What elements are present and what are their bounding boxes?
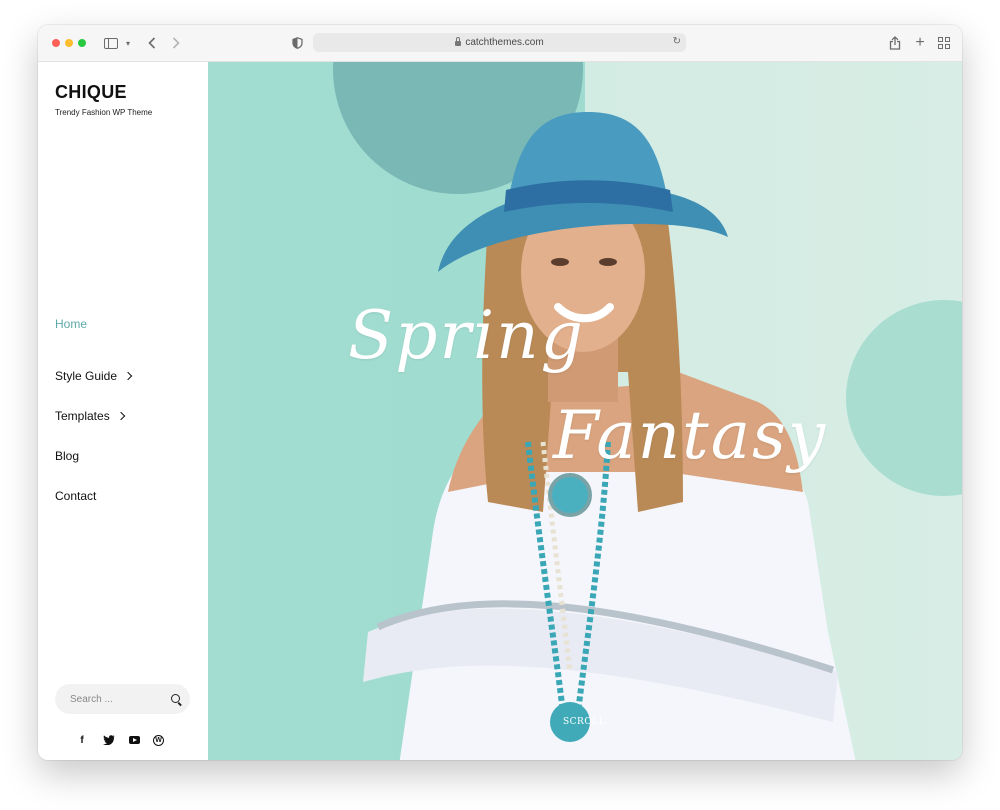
wordpress-icon[interactable]: W [153, 734, 164, 746]
twitter-icon[interactable] [102, 733, 116, 747]
nav-item-label: Blog [55, 449, 80, 463]
nav-item-home[interactable]: Home [55, 316, 131, 332]
tab-overview-icon[interactable] [937, 35, 951, 51]
youtube-icon[interactable] [129, 736, 140, 744]
social-links: f W [75, 733, 164, 747]
chevron-right-icon[interactable] [116, 411, 125, 421]
minimize-window-button[interactable] [65, 39, 73, 47]
facebook-icon[interactable]: f [75, 733, 89, 747]
share-icon[interactable] [888, 35, 902, 51]
nav-item-label: Style Guide [55, 369, 118, 383]
hero-banner: Spring Fantasy SCROLL [208, 62, 962, 760]
site-tagline: Trendy Fashion WP Theme [55, 108, 153, 117]
nav-item-blog[interactable]: Blog [55, 436, 131, 476]
site-title[interactable]: CHIQUE [55, 82, 127, 103]
shield-icon[interactable] [291, 35, 303, 51]
url-text: catchthemes.com [465, 37, 544, 48]
decorative-circle [846, 300, 962, 496]
address-bar[interactable]: catchthemes.com ↻ [313, 33, 686, 52]
hero-title-line2: Fantasy [553, 397, 828, 474]
forward-arrow-icon[interactable] [170, 35, 182, 51]
scroll-button[interactable]: SCROLL [563, 717, 605, 727]
nav-item-label: Contact [55, 489, 97, 503]
browser-toolbar: ▾ catchthemes.com ↻ + [38, 25, 962, 62]
sidebar-toggle-icon[interactable] [104, 35, 118, 51]
chevron-right-icon[interactable] [123, 371, 133, 381]
nav-item-templates[interactable]: Templates [55, 396, 131, 436]
zoom-window-button[interactable] [78, 39, 86, 47]
close-window-button[interactable] [52, 39, 60, 47]
site-sidebar: CHIQUE Trendy Fashion WP Theme Home Styl… [38, 62, 208, 760]
search-input[interactable] [55, 684, 160, 714]
lock-icon [455, 37, 462, 46]
hero-title-line1: Spring [348, 297, 585, 374]
plus-icon[interactable]: + [913, 35, 927, 51]
search-box [55, 684, 190, 714]
nav-item-label: Templates [55, 409, 110, 423]
reload-icon[interactable]: ↻ [673, 36, 681, 47]
main-navigation: Home Style Guide Templates Blog Contact [55, 316, 133, 516]
nav-item-style-guide[interactable]: Style Guide [55, 356, 133, 396]
browser-window: ▾ catchthemes.com ↻ + CHIQUE Trendy Fash… [38, 25, 962, 760]
chevron-down-icon[interactable]: ▾ [124, 35, 132, 51]
back-arrow-icon[interactable] [146, 35, 158, 51]
nav-item-contact[interactable]: Contact [55, 476, 131, 516]
nav-item-label: Home [55, 317, 88, 331]
search-icon[interactable] [171, 694, 180, 703]
